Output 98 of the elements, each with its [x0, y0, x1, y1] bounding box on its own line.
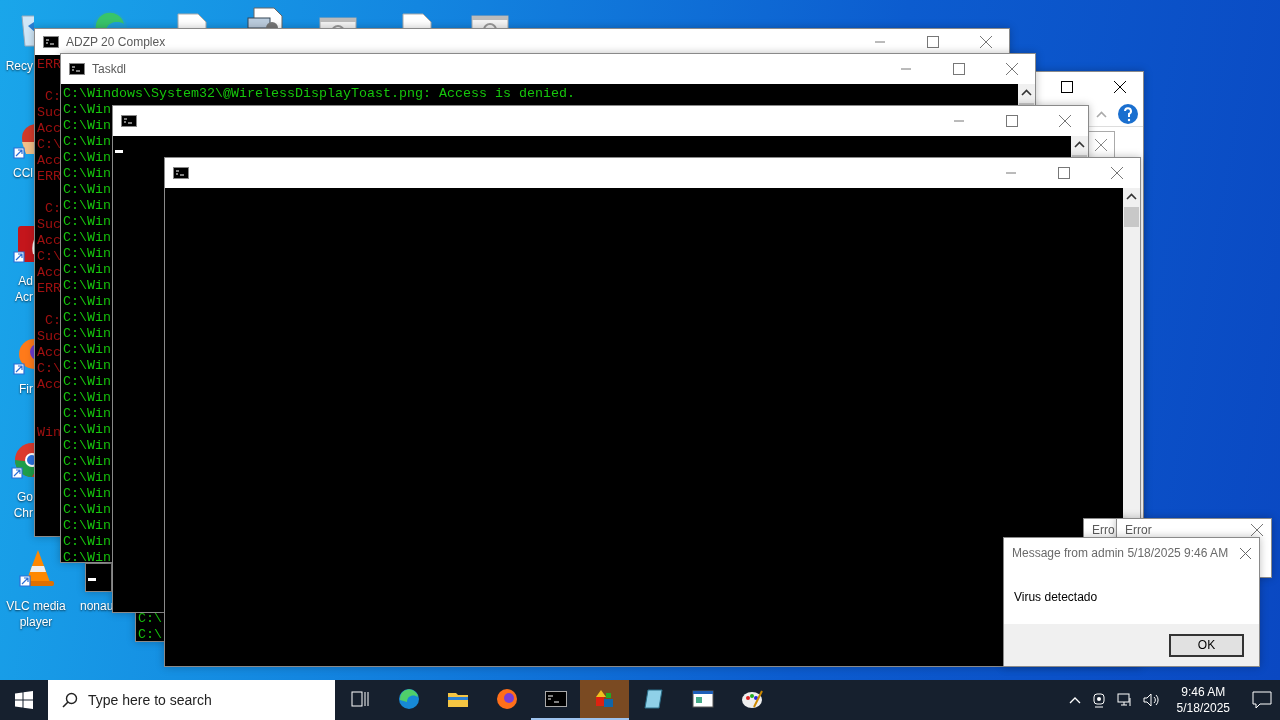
- console-line: C:\Win: [63, 182, 111, 198]
- console-line: C:\: [37, 361, 61, 377]
- console-line: ERR: [37, 57, 61, 73]
- console-line: Acc: [37, 233, 61, 249]
- console-line: C:\Win: [63, 326, 111, 342]
- window-title: Error: [1125, 523, 1152, 537]
- maximize-icon[interactable]: [1061, 81, 1073, 93]
- console-line: ERR: [37, 281, 61, 297]
- console-line: C:\: [138, 611, 162, 627]
- console-line: Suc: [37, 105, 61, 121]
- console-line: C:\Win: [63, 166, 111, 182]
- network-icon[interactable]: [1116, 692, 1133, 708]
- console-line: C:\Win: [63, 390, 111, 406]
- console-line: C:\Win: [63, 470, 111, 486]
- browser-icon: [494, 687, 519, 711]
- console-line: C:\Win: [63, 246, 111, 262]
- close-icon[interactable]: [1114, 81, 1126, 93]
- meeting-icon[interactable]: [1090, 692, 1107, 708]
- dialog-title: Message from admin 5/18/2025 9:46 AM: [1012, 546, 1229, 560]
- console-line: C:\Win: [63, 262, 111, 278]
- console-line: C:\Win: [63, 454, 111, 470]
- text-cursor: [115, 150, 123, 153]
- console-line: C:\Win: [63, 438, 111, 454]
- help-icon[interactable]: [1117, 103, 1139, 125]
- window-icon: [690, 687, 715, 711]
- search-field[interactable]: Type here to search: [48, 680, 335, 720]
- console-line: Acc: [37, 153, 61, 169]
- volume-icon[interactable]: [1142, 692, 1161, 708]
- notebook-icon: [641, 687, 666, 711]
- terminal-icon: [43, 36, 59, 48]
- window-title: ADZP 20 Complex: [66, 35, 166, 49]
- console-line: C:: [44, 89, 61, 105]
- scrollbar-thumb[interactable]: [1124, 207, 1139, 227]
- windows-logo-icon: [15, 691, 33, 709]
- window-title: Erro: [1092, 523, 1115, 537]
- close-icon: [1094, 139, 1107, 151]
- console-line: C:\Win: [63, 278, 111, 294]
- search-icon: [62, 692, 78, 708]
- console-line: ERR: [37, 169, 61, 185]
- console-line: C:\Win: [63, 502, 111, 518]
- console-line: C:\Win: [63, 310, 111, 326]
- clock[interactable]: 9:46 AM 5/18/2025: [1170, 684, 1236, 716]
- console-line: C:\Win: [63, 374, 111, 390]
- console-line: C:\Win: [63, 422, 111, 438]
- ok-button[interactable]: OK: [1169, 633, 1244, 657]
- console-line: C:\Win: [63, 118, 111, 134]
- chevron-up-icon[interactable]: [1126, 193, 1137, 200]
- console-line: Acc: [37, 265, 61, 281]
- icon-label[interactable]: Acr: [15, 289, 33, 305]
- icon-label[interactable]: VLC media player: [0, 598, 72, 630]
- console-line: C:\Win: [63, 198, 111, 214]
- icon-label[interactable]: Recy: [5, 58, 33, 74]
- console-line: Suc: [37, 329, 61, 345]
- clock-date: 5/18/2025: [1176, 700, 1230, 716]
- console-line: C:\Win: [63, 230, 111, 246]
- console-line: C:\Win: [63, 486, 111, 502]
- console-line: C:\Windows\System32\@WirelessDisplayToast.png: Access is denied.: [63, 86, 575, 102]
- clock-time: 9:46 AM: [1181, 684, 1226, 700]
- browser-icon[interactable]: [12, 336, 34, 376]
- icon-label[interactable]: Go: [17, 489, 33, 505]
- terminal-icon: [69, 63, 85, 75]
- console-line: C:\Win: [63, 214, 111, 230]
- image-file-icon[interactable]: [246, 6, 286, 28]
- console-line: C:\Win: [63, 342, 111, 358]
- icon-label[interactable]: CCl: [13, 165, 33, 181]
- browser-icon: [396, 687, 421, 711]
- console-line: Suc: [37, 217, 61, 233]
- chevron-up-icon[interactable]: [1074, 141, 1085, 148]
- console-line: C:: [44, 313, 61, 329]
- console-line: C:\: [37, 137, 61, 153]
- console-line: C:\: [138, 627, 162, 641]
- message-text: Virus detectado: [1013, 589, 1099, 606]
- terminal-icon: [173, 167, 189, 179]
- terminal-icon: [121, 115, 137, 127]
- console-line: C:: [44, 201, 61, 217]
- settings-file-icon[interactable]: [470, 12, 510, 28]
- window-title: Taskdl: [92, 62, 126, 76]
- icon-label[interactable]: nonau: [80, 598, 114, 614]
- notification-icon[interactable]: [1252, 691, 1272, 709]
- icon-label[interactable]: Fir: [19, 381, 33, 397]
- console-line: C:\Win: [63, 294, 111, 310]
- console-line: Acc: [37, 121, 61, 137]
- console-line: C:\Win: [63, 518, 111, 534]
- console-line: C:\Win: [63, 406, 111, 422]
- icon-label[interactable]: Ad: [18, 273, 33, 289]
- console-line: C:\Win: [63, 150, 111, 166]
- chevron-up-icon[interactable]: [1021, 89, 1032, 96]
- console-line: Win: [37, 425, 61, 441]
- console-line: C:\Win: [63, 134, 111, 150]
- text-cursor: [88, 578, 96, 581]
- icon-label[interactable]: Chr: [13, 505, 33, 521]
- console-line: C:\Win: [63, 102, 111, 118]
- console-line: C:\Win: [63, 358, 111, 374]
- console-line: Acc: [37, 345, 61, 361]
- console-line: C:\Win: [63, 550, 111, 562]
- console-line: C:\Win: [63, 534, 111, 550]
- console-line: Acc: [37, 377, 61, 393]
- console-line: C:\: [37, 249, 61, 265]
